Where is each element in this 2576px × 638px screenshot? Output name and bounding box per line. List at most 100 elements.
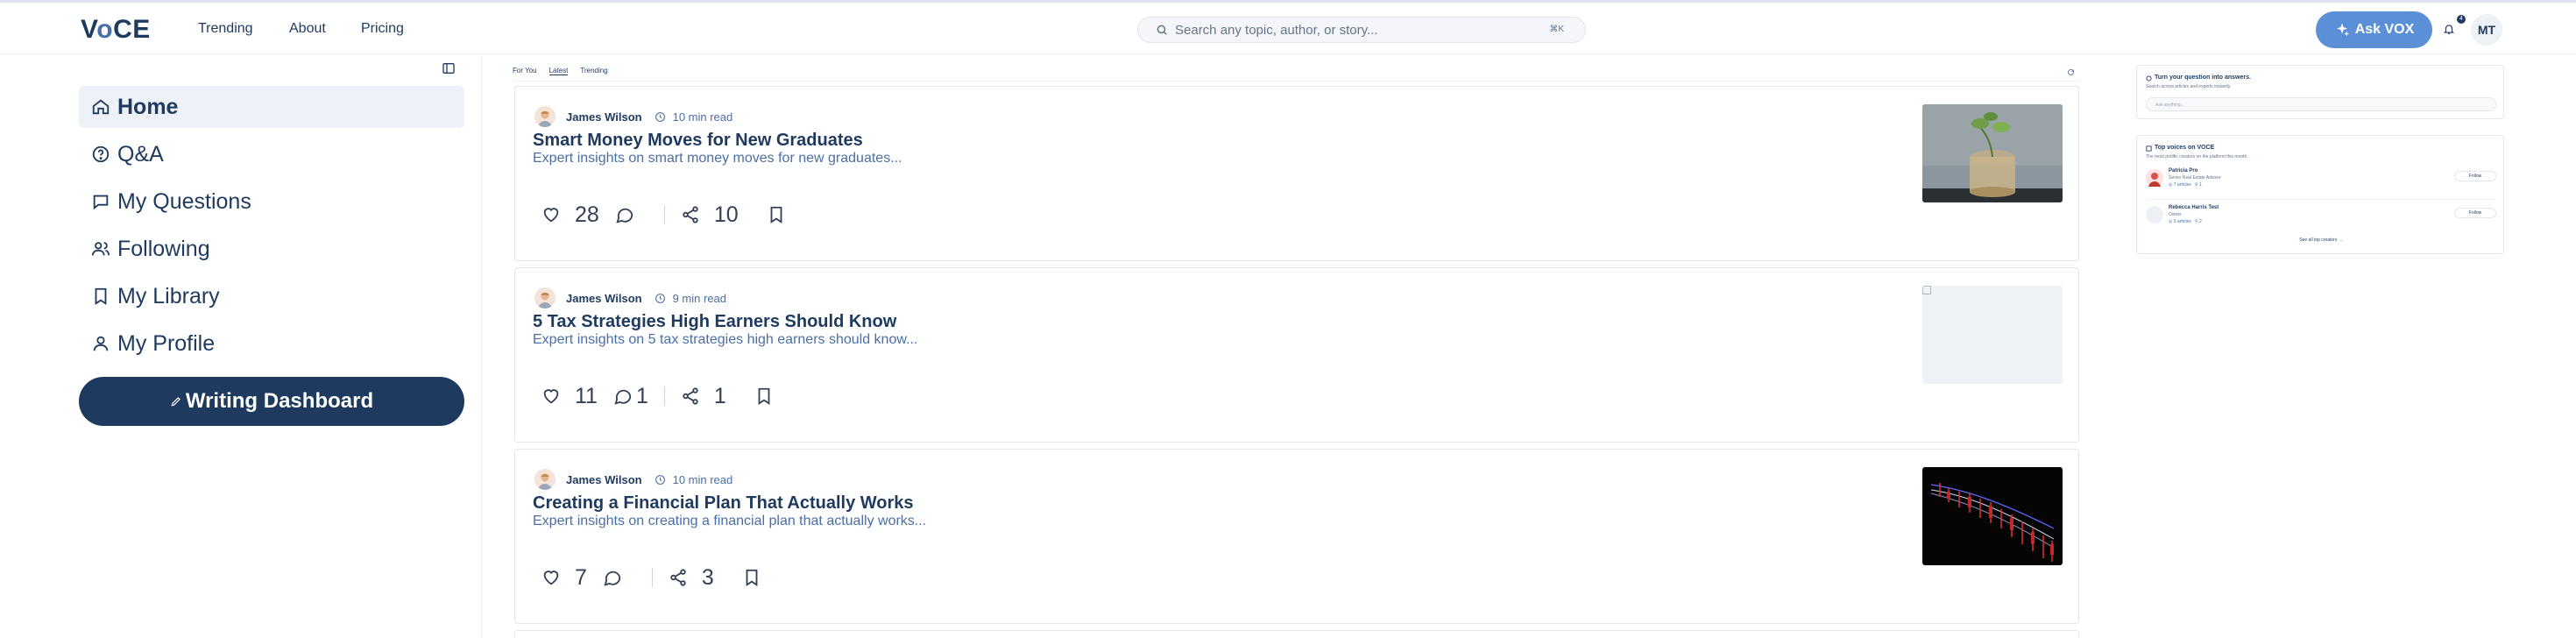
comment-button[interactable]: 1 — [613, 384, 648, 409]
clock-icon — [655, 111, 665, 122]
comment-count: 1 — [635, 383, 648, 408]
ask-panel-title: Turn your question into answers. — [2155, 74, 2251, 81]
sidebar-item-label: Following — [117, 236, 210, 261]
bookmark-button[interactable] — [754, 386, 774, 406]
article-card[interactable]: James Wilson 10 min read Creating a Fina… — [514, 449, 2079, 624]
user-icon — [93, 336, 109, 351]
voice-role: Owner — [2169, 212, 2182, 217]
users-icon — [91, 242, 110, 256]
article-actions: 11 1 1 — [541, 383, 774, 409]
avatar[interactable] — [2146, 169, 2163, 187]
nav-pricing-link[interactable]: Pricing — [361, 21, 404, 37]
share-icon — [683, 387, 698, 405]
author-name[interactable]: James Wilson — [566, 292, 642, 305]
article-title[interactable]: Smart Money Moves for New Graduates — [533, 131, 863, 151]
voice-row[interactable]: Patricia Pro Senior Real Estate Advisor … — [2146, 166, 2496, 195]
article-title[interactable]: Creating a Financial Plan That Actually … — [533, 493, 914, 514]
see-all-creators-link[interactable]: See all top creators → — [2137, 237, 2505, 243]
broken-image-icon — [1922, 286, 1931, 294]
main-feed: For You Latest Trending James Wilson 10 … — [513, 54, 2081, 638]
voice-name[interactable]: Patricia Pro — [2169, 168, 2197, 174]
follow-button[interactable]: Follow — [2454, 208, 2496, 218]
tabs-divider — [513, 81, 2081, 82]
action-divider — [651, 568, 653, 587]
comment-button[interactable] — [603, 568, 636, 587]
article-card[interactable]: James Wilson 10 min read Smart Money Mov… — [514, 86, 2079, 261]
author-row: James Wilson 9 min read — [534, 287, 726, 308]
nav-trending-link[interactable]: Trending — [198, 21, 253, 37]
author-avatar[interactable] — [534, 106, 556, 127]
like-count: 11 — [575, 383, 598, 408]
share-button[interactable]: 3 — [669, 565, 714, 591]
bookmark-icon — [95, 287, 107, 305]
heart-icon — [543, 208, 559, 223]
share-button[interactable]: 10 — [681, 202, 739, 228]
like-count: 28 — [575, 202, 599, 227]
tab-trending[interactable]: Trending — [580, 67, 607, 75]
top-voices-subtitle: The most prolific creators on the platfo… — [2146, 154, 2248, 160]
author-name[interactable]: James Wilson — [566, 473, 642, 486]
like-count: 7 — [575, 564, 587, 590]
bookmark-button[interactable] — [742, 568, 761, 587]
article-thumbnail[interactable] — [1922, 467, 2063, 565]
author-avatar[interactable] — [534, 469, 556, 490]
sidebar-item-home[interactable]: Home — [79, 86, 464, 128]
sidebar-item-my-questions[interactable]: My Questions — [79, 181, 464, 223]
article-title[interactable]: 5 Tax Strategies High Earners Should Kno… — [533, 312, 896, 332]
like-button[interactable]: 28 — [541, 202, 599, 228]
article-card-partial[interactable] — [514, 630, 2079, 638]
voice-role: Senior Real Estate Advisor — [2169, 175, 2221, 181]
sidebar-item-qa[interactable]: Q&A — [79, 133, 464, 175]
sidebar-collapse-icon[interactable] — [442, 61, 456, 75]
home-icon — [92, 99, 110, 115]
like-button[interactable]: 7 — [541, 565, 587, 591]
top-voices-title: Top voices on VOCE — [2155, 145, 2215, 151]
search-shortcut: ⌘K — [1549, 25, 1564, 34]
share-button[interactable]: 1 — [681, 384, 726, 409]
voice-followers: 1 — [2199, 182, 2202, 188]
sidebar-item-my-library[interactable]: My Library — [79, 275, 464, 317]
writing-dashboard-button[interactable]: Writing Dashboard — [79, 377, 464, 426]
chat-bubble-icon — [93, 195, 109, 210]
nav-about-link[interactable]: About — [289, 21, 326, 37]
avatar[interactable] — [2146, 206, 2163, 223]
follow-button[interactable]: Follow — [2454, 171, 2496, 181]
ask-vox-button[interactable]: Ask VOX — [2316, 11, 2432, 48]
bookmark-icon — [746, 569, 758, 586]
ask-anything-input[interactable]: Ask anything... — [2146, 97, 2496, 111]
sidebar-item-following[interactable]: Following — [79, 228, 464, 270]
top-navigation-bar: VoCE Trending About Pricing Search any t… — [0, 0, 2576, 54]
read-time: 10 min read — [672, 472, 733, 486]
article-actions: 28 10 — [541, 202, 786, 228]
author-name[interactable]: James Wilson — [566, 110, 642, 124]
comment-icon — [614, 389, 632, 405]
read-time: 9 min read — [672, 291, 727, 305]
sidebar-item-label: My Library — [117, 283, 220, 308]
article-thumbnail[interactable] — [1922, 104, 2063, 202]
article-card[interactable]: James Wilson 9 min read 5 Tax Strategies… — [514, 267, 2079, 443]
voice-followers: 2 — [2199, 219, 2202, 224]
heart-icon — [543, 571, 559, 585]
ask-panel: Turn your question into answers. Search … — [2136, 65, 2504, 119]
share-count: 1 — [713, 383, 726, 408]
voce-logo[interactable]: VoCE — [81, 15, 151, 45]
voice-name[interactable]: Rebecca Harris Test — [2169, 205, 2219, 210]
tab-for-you[interactable]: For You — [513, 67, 537, 75]
article-thumbnail[interactable] — [1922, 286, 2063, 384]
bell-icon[interactable] — [2443, 20, 2455, 38]
user-avatar[interactable]: MT — [2471, 14, 2502, 46]
voice-row[interactable]: Rebecca Harris Test Owner ◎ 3 articles ⚲… — [2146, 202, 2496, 232]
sidebar-item-my-profile[interactable]: My Profile — [79, 323, 464, 365]
search-input[interactable]: Search any topic, author, or story... ⌘K — [1137, 17, 1586, 43]
search-icon — [1157, 25, 1167, 35]
article-excerpt: Expert insights on smart money moves for… — [533, 151, 902, 166]
read-time: 10 min read — [672, 110, 733, 124]
refresh-icon[interactable] — [2067, 68, 2075, 76]
like-button[interactable]: 11 — [541, 384, 598, 409]
sidebar-item-label: Q&A — [117, 141, 164, 167]
bookmark-icon — [770, 206, 782, 223]
tab-latest[interactable]: Latest — [548, 67, 569, 75]
bookmark-button[interactable] — [767, 205, 786, 224]
author-avatar[interactable] — [534, 287, 556, 308]
comment-button[interactable] — [615, 205, 648, 224]
